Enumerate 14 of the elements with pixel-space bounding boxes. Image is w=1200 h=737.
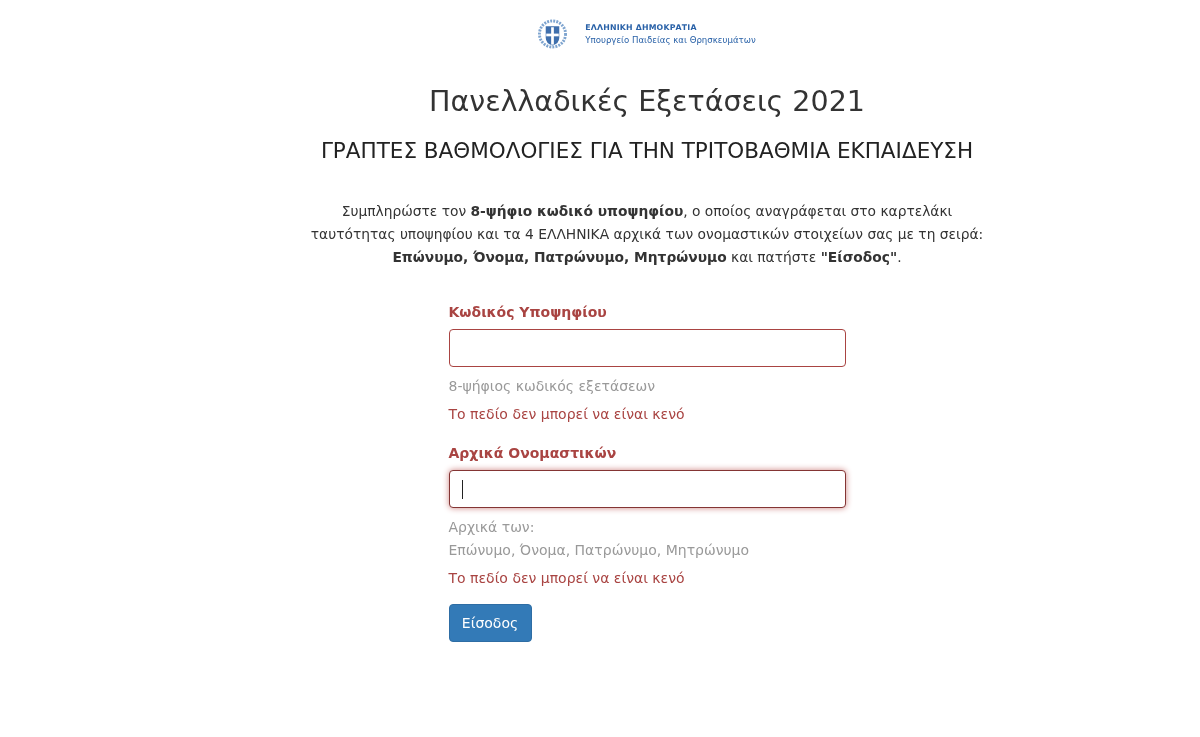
page-title: Πανελλαδικές Εξετάσεις 2021 — [429, 84, 865, 120]
page-subtitle: ΓΡΑΠΤΕΣ ΒΑΘΜΟΛΟΓΙΕΣ ΓΙΑ ΤΗΝ ΤΡΙΤΟΒΑΘΜΙΑ ΕΚΠΑΙΔΕΥΣΗ — [320, 138, 974, 164]
error-message: Το πεδίο δεν μπορεί να είναι κενό — [448, 569, 686, 588]
text-cursor-icon — [461, 479, 463, 499]
help-text: Αρχικά των: Επώνυμο, Όνομα, Πατρώνυμο, Μητρώνυμο — [448, 518, 751, 560]
field-label: Αρχικά Ονομαστικών — [448, 444, 618, 463]
ministry-name: Υπουργείο Παιδείας και Θρησκευμάτων — [585, 34, 756, 45]
error-message: Το πεδίο δεν μπορεί να είναι κενό — [448, 405, 686, 424]
instructions-text: Συμπληρώστε τον 8-ψήφιο κωδικό υποψηφίου, ο οποίος αναγράφεται στο καρτελάκι ταυτότητας υποψηφίου και τα 4 ΕΛΛΗΝΙΚΑ αρχικά των ονομαστικών στοιχείων σας με τη σειρά: Επώνυμο, Όνομα, Πατρώνυμο, Μητρώνυμο και πατήστε "Είσοδος". — [310, 202, 984, 267]
help-text: 8-ψήφιος κωδικός εξετάσεων — [448, 377, 657, 396]
input-field[interactable] — [448, 470, 846, 508]
input-field[interactable] — [448, 329, 846, 367]
field-label: Κωδικός Υποψηφίου — [448, 303, 608, 322]
login-button[interactable]: Είσοδος — [448, 604, 532, 642]
